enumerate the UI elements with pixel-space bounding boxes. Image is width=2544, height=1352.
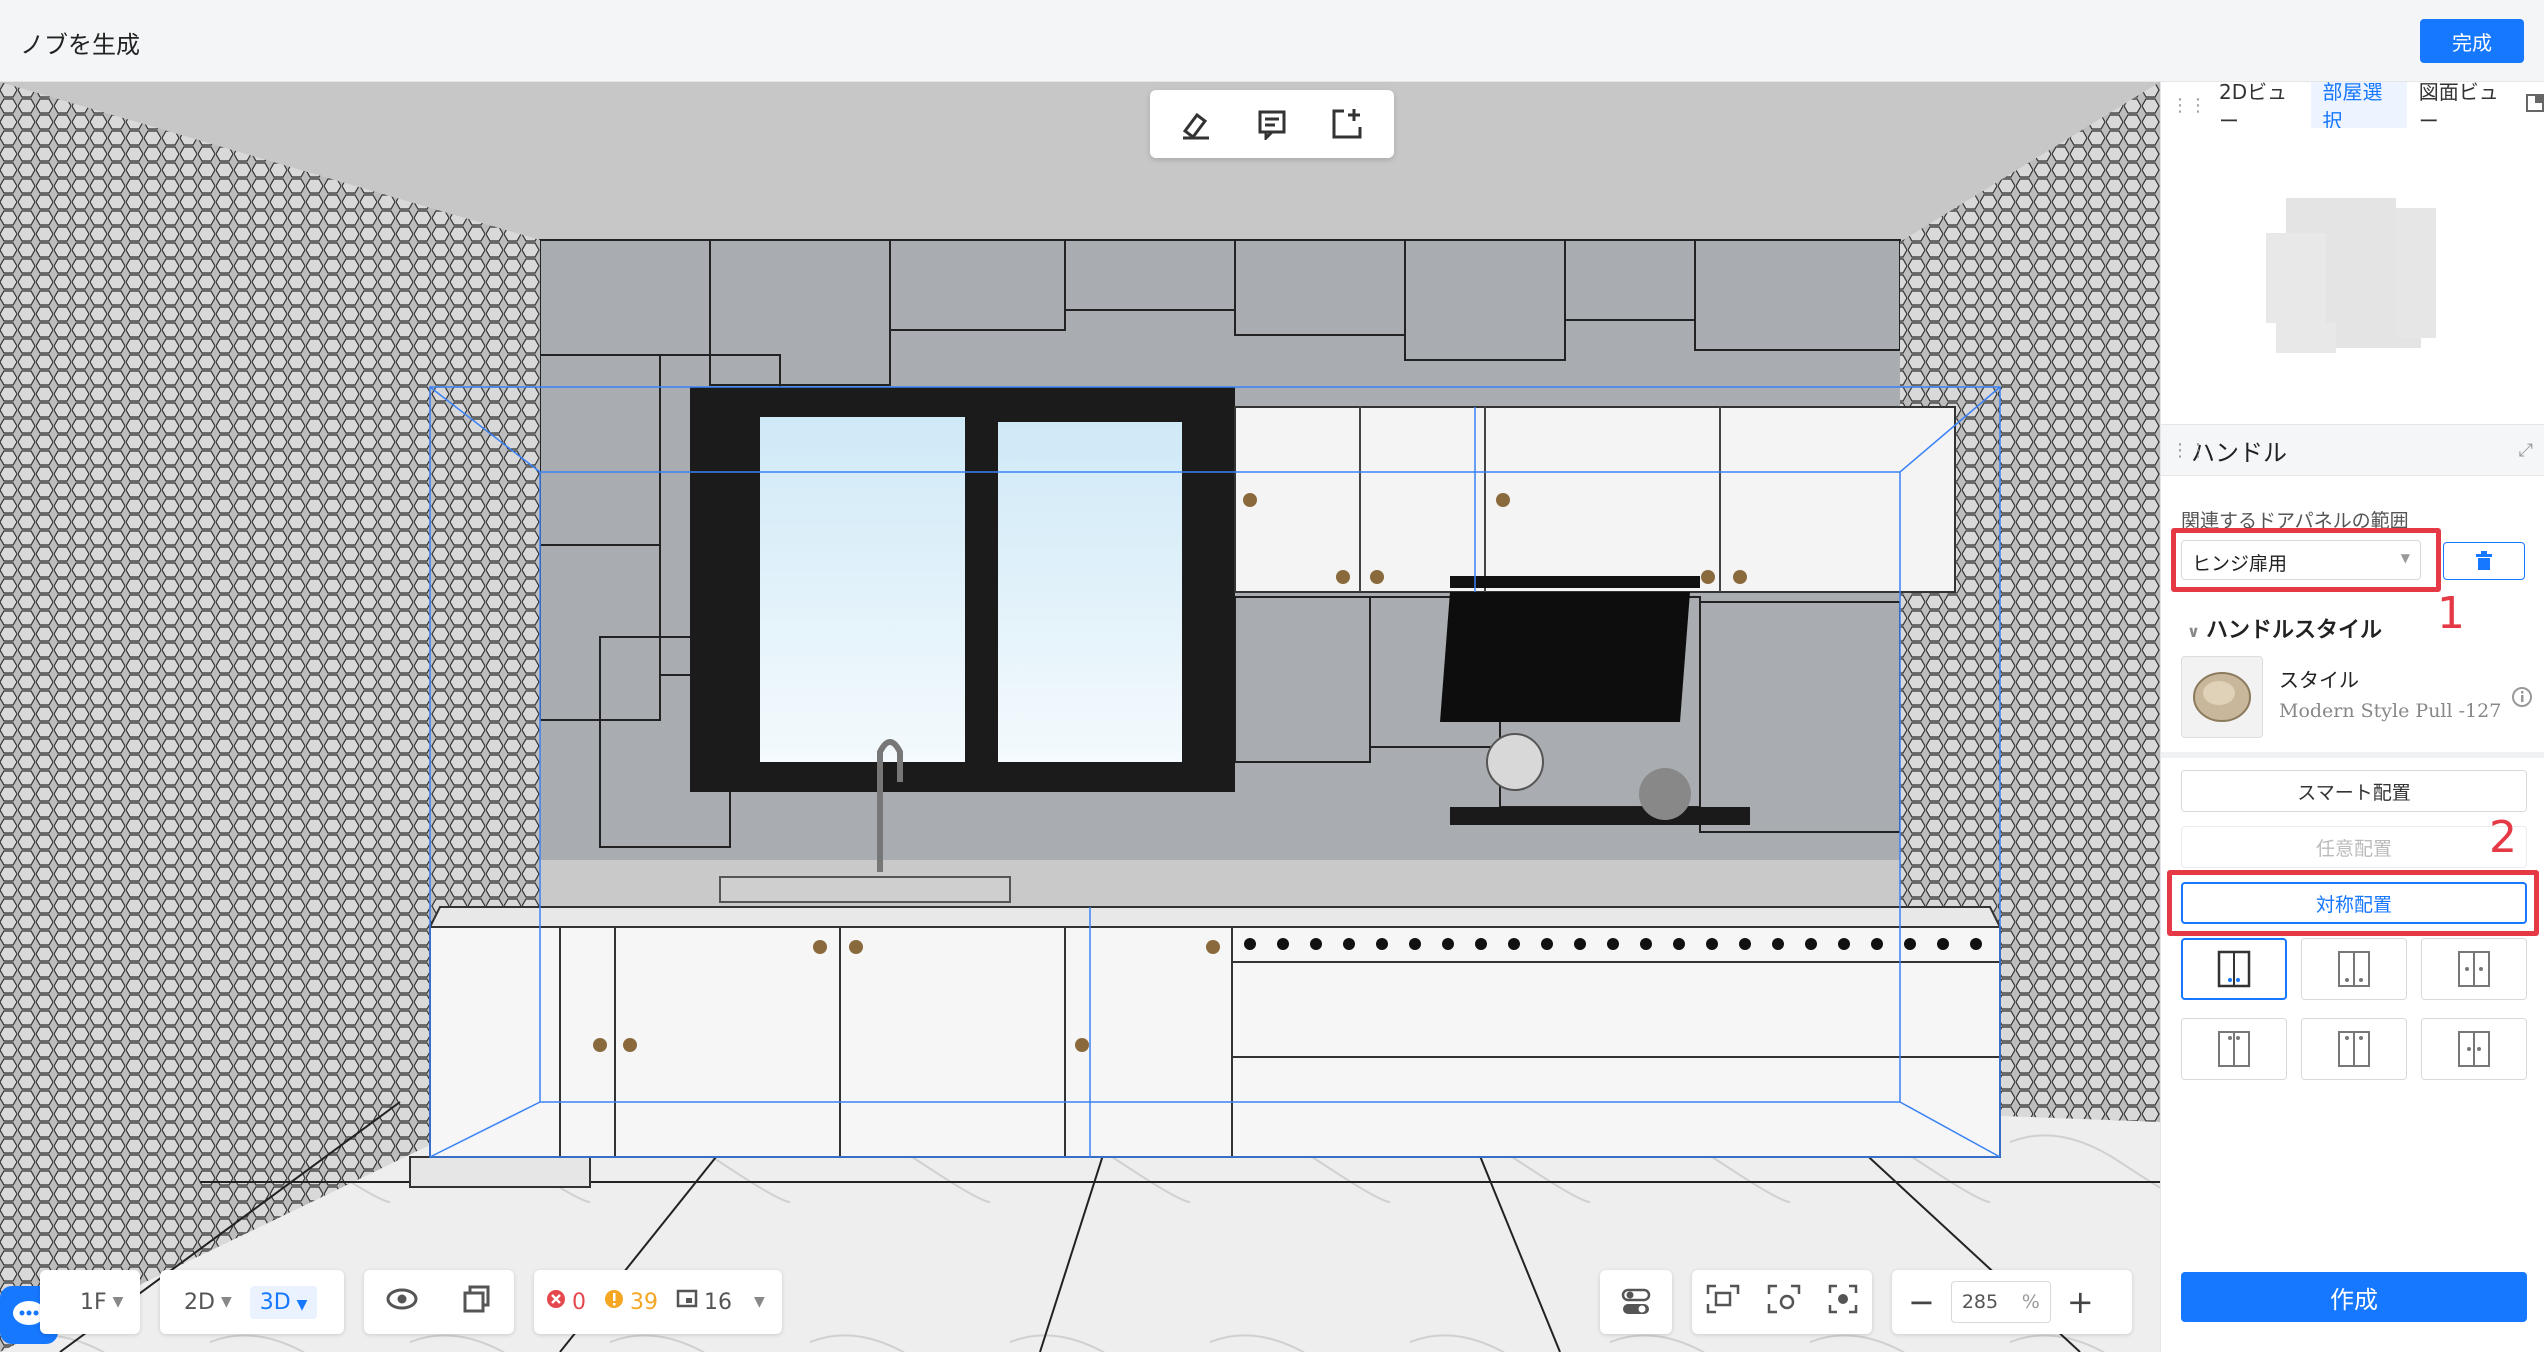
room-count: 16	[704, 1289, 732, 1315]
focus-icon[interactable]	[1828, 1284, 1858, 1320]
floorplan-minimap[interactable]	[2161, 128, 2544, 416]
done-button[interactable]: 完成	[2420, 19, 2524, 63]
drag-handle-icon[interactable]: ⋮⋮	[2171, 440, 2207, 461]
delete-button[interactable]	[2443, 542, 2525, 580]
properties-panel: ⋮⋮ 2Dビュー 部屋選択 図面ビュー ⋮⋮ ハンドル ⤢ 関連するドアパネルの…	[2160, 80, 2544, 1352]
info-icon[interactable]	[2511, 686, 2533, 712]
warning-count: 39	[630, 1289, 658, 1315]
smart-placement-button[interactable]: スマート配置	[2181, 770, 2527, 812]
layout-option-top-center[interactable]	[2181, 1018, 2287, 1080]
marker-1: 1	[2437, 588, 2465, 639]
error-count: 0	[572, 1289, 586, 1315]
paint-brush-icon[interactable]	[1174, 101, 1220, 147]
layout-option-top-spread[interactable]	[2301, 1018, 2407, 1080]
tab-room-select[interactable]: 部屋選択	[2310, 80, 2407, 133]
panel-toggle-icon[interactable]	[2525, 93, 2544, 118]
create-button[interactable]: 作成	[2181, 1272, 2527, 1322]
annotation-icon[interactable]	[1249, 101, 1295, 147]
floor-selector[interactable]: 1F ▼	[40, 1270, 140, 1334]
handle-section-header: ⋮⋮ ハンドル ⤢	[2161, 424, 2544, 476]
tab-2d-view[interactable]: 2Dビュー	[2207, 80, 2311, 133]
door-panel-range-label: 関連するドアパネルの範囲	[2181, 510, 2409, 532]
cube-layers-icon[interactable]	[462, 1284, 492, 1320]
fit-view-icon[interactable]	[1706, 1284, 1740, 1320]
zoom-controls: − 285% +	[1892, 1270, 2132, 1334]
warning-icon	[604, 1289, 624, 1315]
chevron-down-icon: ∨	[2187, 622, 2200, 641]
view-3d-button[interactable]: 3D ▼	[249, 1285, 318, 1319]
zoom-out-icon[interactable]: −	[1908, 1283, 1935, 1321]
top-bar: ノブを生成 完成	[0, 0, 2544, 82]
handle-style-card[interactable]: スタイル Modern Style Pull -127	[2181, 656, 2544, 746]
style-model-name: Modern Style Pull -127	[2279, 700, 2502, 722]
free-placement-button[interactable]: 任意配置	[2181, 826, 2527, 868]
error-icon	[546, 1289, 566, 1315]
3d-viewport[interactable]: 1F ▼ 2D ▼ 3D ▼ 0 39 16 ▼ − 285% +	[0, 82, 2160, 1352]
view-2d-button[interactable]: 2D	[184, 1290, 215, 1315]
handle-thumbnail	[2181, 656, 2263, 738]
door-panel-range-select[interactable]: ヒンジ扉用 ▼	[2181, 540, 2421, 580]
page-title: ノブを生成	[20, 31, 140, 59]
view-toolbar	[1150, 90, 1394, 158]
view-tabs: ⋮⋮ 2Dビュー 部屋選択 図面ビュー	[2161, 80, 2544, 133]
add-frame-icon[interactable]	[1324, 101, 1370, 147]
camera-settings-icon[interactable]	[1767, 1284, 1801, 1320]
layout-option-bottom-center[interactable]	[2181, 938, 2287, 1000]
floor-label: 1F	[80, 1289, 107, 1315]
layout-option-middle-inner[interactable]	[2421, 1018, 2527, 1080]
kitchen-3d-scene	[0, 82, 2160, 1352]
zoom-input[interactable]: 285%	[1950, 1281, 2051, 1323]
marker-2: 2	[2489, 812, 2517, 863]
symmetric-placement-button[interactable]: 対称配置	[2181, 882, 2527, 924]
view-mode-switch: 2D ▼ 3D ▼	[160, 1270, 344, 1334]
section-divider	[2161, 752, 2544, 758]
trash-icon	[2476, 551, 2492, 570]
status-counters[interactable]: 0 39 16 ▼	[534, 1270, 782, 1334]
camera-tools	[1692, 1270, 1872, 1334]
layout-option-bottom-spread[interactable]	[2301, 938, 2407, 1000]
tab-drawing-view[interactable]: 図面ビュー	[2407, 80, 2521, 133]
expand-icon[interactable]: ⤢	[2519, 440, 2533, 461]
toggle-settings-icon[interactable]	[1600, 1270, 1672, 1334]
layout-option-middle[interactable]	[2421, 938, 2527, 1000]
eye-icon[interactable]	[386, 1288, 418, 1316]
drag-handle-icon[interactable]: ⋮⋮	[2171, 95, 2207, 116]
room-icon	[676, 1289, 698, 1315]
handle-style-header[interactable]: ∨ ハンドルスタイル	[2187, 612, 2382, 644]
zoom-in-icon[interactable]: +	[2067, 1283, 2094, 1321]
display-tools	[364, 1270, 514, 1334]
style-label: スタイル	[2279, 668, 2359, 692]
